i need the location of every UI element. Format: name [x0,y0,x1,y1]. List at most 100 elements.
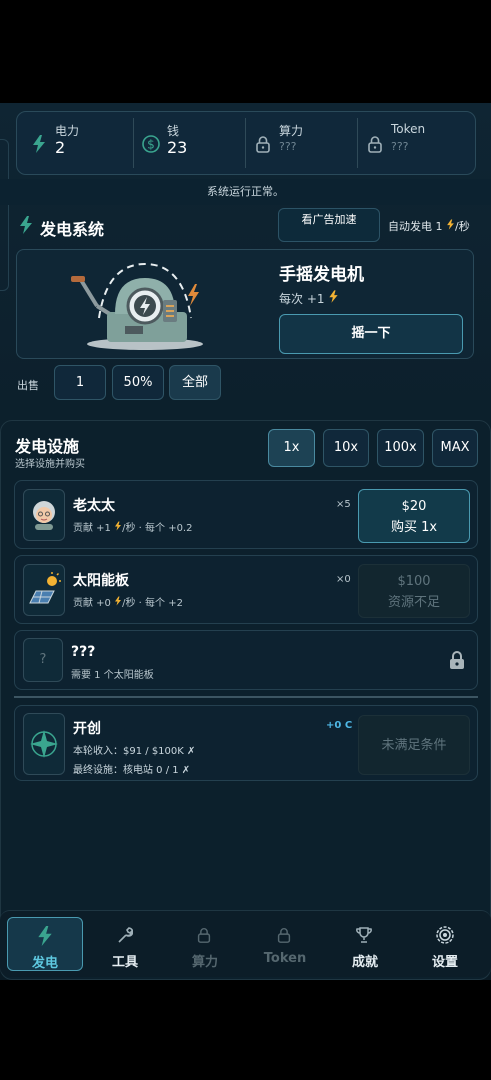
sell-half-button[interactable]: 50% [112,365,164,400]
side-panel-edge [0,139,9,291]
facility-row-old-lady: 老太太 贡献 +1 /秒 · 每个 +0.2 ×5 $20 购买 1x [14,480,478,549]
multiplier-100x-button[interactable]: 100x [377,429,424,467]
nav-label: 设置 [431,955,458,970]
facility-row-locked: ? ??? 需要 1 个太阳能板 [14,630,478,690]
facility-count: ×0 [336,574,351,585]
requirement-final-facility: 最终设施：核电站 0 / 1 ✗ [73,765,191,776]
generator-name: 手摇发电机 [279,265,364,285]
bolt-icon [115,521,122,531]
buy-action-label: 购买 1x [390,520,438,535]
auto-generation-rate: 自动发电 1 /秒 [388,218,470,234]
trophy-icon [356,927,372,943]
resource-bar: 电力 2 $ 钱 23 算力 ??? Token ??? [16,111,476,175]
bolt-icon [38,926,52,946]
facility-name: 老太太 [73,498,115,514]
facility-description: 贡献 +0 /秒 · 每个 +2 [73,594,183,609]
resource-value: ??? [279,140,297,153]
nav-tab-token[interactable]: Token [247,917,323,971]
bolt-icon [115,596,122,606]
nav-label: 发电 [31,956,58,971]
buy-old-lady-button[interactable]: $20 购买 1x [358,489,470,543]
facility-row-pioneer: 开创 +0 C 本轮收入：$91 / $100K ✗ 最终设施：核电站 0 / … [14,705,478,781]
lock-icon [368,136,382,153]
resource-value: 23 [167,138,188,157]
facility-desc-suffix: /秒 · 每个 +0.2 [122,523,193,534]
compass-star-icon [23,713,65,775]
nav-label: 成就 [351,955,378,970]
nav-label: Token [263,951,307,966]
multiplier-1x-button[interactable]: 1x [268,429,315,467]
facility-name: 开创 [73,721,101,737]
facility-description: 贡献 +1 /秒 · 每个 +0.2 [73,519,192,534]
multiplier-10x-button[interactable]: 10x [323,429,369,467]
facility-desc-prefix: 贡献 +0 [73,598,111,609]
facility-name: 太阳能板 [73,573,129,589]
sell-label: 出售 [17,379,39,392]
unknown-facility-icon: ? [23,638,63,682]
lock-icon [277,928,291,943]
solar-panel-icon [23,564,65,616]
facilities-title: 发电设施 [15,437,80,456]
resource-label: Token [391,122,426,136]
sell-one-button[interactable]: 1 [54,365,106,400]
resource-label: 算力 [279,124,304,138]
nav-tab-compute[interactable]: 算力 [167,917,243,971]
currency-badge: +0 C [326,720,353,731]
bolt-icon [33,135,45,153]
buy-action-label: 资源不足 [387,595,440,610]
watch-ad-button[interactable]: 看广告加速 [278,208,380,242]
resource-power: 电力 2 [17,112,129,174]
lock-icon [197,928,211,943]
auto-unit: /秒 [455,220,470,233]
facility-requirement: 需要 1 个太阳能板 [71,670,154,681]
requirement-income: 本轮收入：$91 / $100K ✗ [73,746,196,757]
nav-label: 工具 [111,955,138,970]
lock-icon [450,651,464,669]
watch-ad-label: 看广告加速 [301,213,357,226]
facility-row-solar-panel: 太阳能板 贡献 +0 /秒 · 每个 +2 ×0 $100 资源不足 [14,555,478,624]
nav-tab-achievements[interactable]: 成就 [327,917,403,971]
per-click-label: 每次 +1 [279,292,325,306]
grandma-icon [23,489,65,541]
facilities-panel: 发电设施 选择设施并购买 1x 10x 100x MAX 老太太 贡献 +1 /… [0,420,491,980]
pioneer-action-button[interactable]: 未满足条件 [358,715,470,775]
resource-compute: 算力 ??? [241,112,353,174]
bolt-icon [447,219,454,230]
crank-button[interactable]: 摇一下 [279,314,463,354]
generator-card: 手摇发电机 每次 +1 摇一下 [16,249,474,359]
per-click-gain: 每次 +1 [279,290,339,307]
nav-tab-settings[interactable]: 设置 [407,917,483,971]
resource-label: 电力 [55,124,80,138]
resource-label: 钱 [167,124,180,138]
svg-text:$: $ [147,138,155,152]
bottom-nav: 发电 工具 算力 Token 成就 设置 [0,910,491,977]
multiplier-max-button[interactable]: MAX [432,429,478,467]
facility-desc-prefix: 贡献 +1 [73,523,111,534]
section-divider [14,696,478,698]
lock-icon [256,136,270,153]
sell-all-button[interactable]: 全部 [169,365,221,400]
facility-name: ??? [71,644,96,660]
dollar-icon: $ [142,135,160,153]
nav-tab-tools[interactable]: 工具 [87,917,163,971]
wrench-icon [118,927,133,943]
buy-price: $100 [397,574,431,589]
nav-label: 算力 [191,955,218,970]
gear-icon [436,926,454,944]
auto-label: 自动发电 [388,220,432,233]
facilities-subtitle: 选择设施并购买 [15,459,85,470]
resource-token: Token ??? [353,112,465,174]
power-system-title: 发电系统 [40,220,105,239]
facility-desc-suffix: /秒 · 每个 +2 [122,598,183,609]
buy-price: $20 [401,499,427,514]
facility-count: ×5 [336,499,351,510]
resource-value: 2 [55,138,66,157]
resource-money: $ 钱 23 [129,112,241,174]
app-screen: 电力 2 $ 钱 23 算力 ??? Token ??? 系统运行正常。 发电系… [0,103,491,980]
status-bar: 系统运行正常。 [0,179,491,205]
hand-crank-generator-illustration [71,262,203,350]
bolt-icon [20,216,32,234]
auto-value: 1 [435,220,443,233]
buy-solar-panel-button[interactable]: $100 资源不足 [358,564,470,618]
nav-tab-power[interactable]: 发电 [7,917,83,971]
